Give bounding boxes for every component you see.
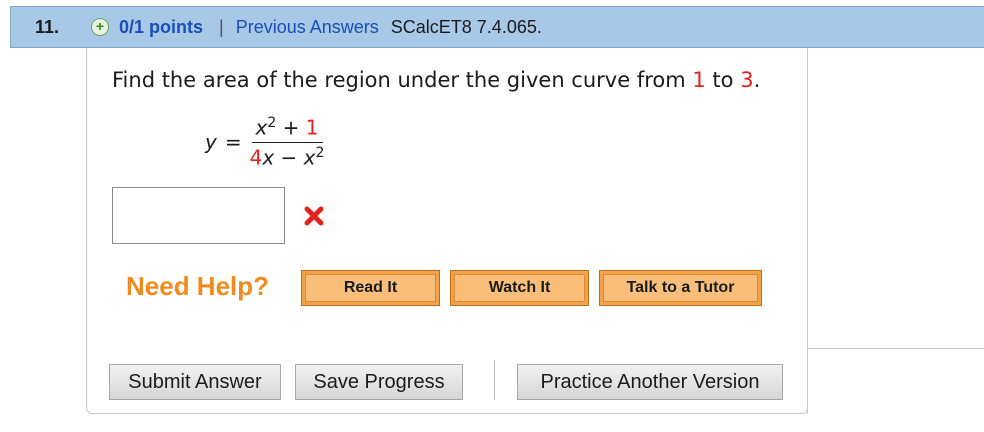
num-exponent: 2 bbox=[267, 114, 277, 131]
formula-numerator: x2 + 1 bbox=[251, 114, 323, 143]
formula-denominator: 4x − x2 bbox=[250, 143, 325, 170]
talk-to-tutor-label: Talk to a Tutor bbox=[603, 274, 758, 302]
den-exponent: 2 bbox=[315, 144, 325, 161]
num-constant: 1 bbox=[305, 115, 319, 140]
num-variable: x bbox=[255, 115, 268, 140]
read-it-button[interactable]: Read It bbox=[301, 270, 440, 306]
formula-fraction: x2 + 1 4x − x2 bbox=[250, 115, 325, 169]
watch-it-label: Watch It bbox=[454, 274, 585, 302]
practice-another-version-button[interactable]: Practice Another Version bbox=[517, 364, 783, 400]
den-variable: x − x bbox=[262, 145, 316, 170]
question-middle: to bbox=[705, 68, 741, 92]
previous-answers-link[interactable]: Previous Answers bbox=[236, 17, 379, 38]
x-icon bbox=[304, 206, 324, 226]
save-progress-button[interactable]: Save Progress bbox=[295, 364, 463, 400]
plus-icon[interactable]: + bbox=[91, 18, 109, 36]
submit-answer-button[interactable]: Submit Answer bbox=[109, 364, 281, 400]
formula-lhs: y bbox=[205, 130, 217, 154]
header-separator: | bbox=[219, 16, 224, 37]
num-plus: + bbox=[276, 115, 306, 140]
formula: y = x2 + 1 4x − x2 bbox=[205, 112, 324, 172]
bound-upper: 3 bbox=[740, 68, 754, 92]
card-divider-line bbox=[808, 348, 984, 349]
button-divider bbox=[494, 360, 495, 400]
read-it-label: Read It bbox=[305, 274, 436, 302]
need-help-label: Need Help? bbox=[126, 271, 270, 301]
bound-lower: 1 bbox=[692, 68, 706, 92]
question-text: Find the area of the region under the gi… bbox=[112, 68, 760, 92]
question-number: 11. bbox=[35, 16, 60, 37]
answer-input[interactable] bbox=[112, 187, 285, 244]
talk-to-tutor-button[interactable]: Talk to a Tutor bbox=[599, 270, 762, 306]
question-prefix: Find the area of the region under the gi… bbox=[112, 68, 693, 92]
watch-it-button[interactable]: Watch It bbox=[450, 270, 589, 306]
question-suffix: . bbox=[753, 68, 761, 92]
points-score[interactable]: 0/1 points bbox=[119, 17, 203, 38]
den-coefficient: 4 bbox=[249, 145, 263, 170]
card-divider-vertical bbox=[807, 348, 808, 414]
question-header: 11. + 0/1 points | Previous Answers SCal… bbox=[10, 6, 984, 48]
formula-equals: = bbox=[224, 130, 242, 154]
question-reference: SCalcET8 7.4.065. bbox=[390, 16, 542, 37]
